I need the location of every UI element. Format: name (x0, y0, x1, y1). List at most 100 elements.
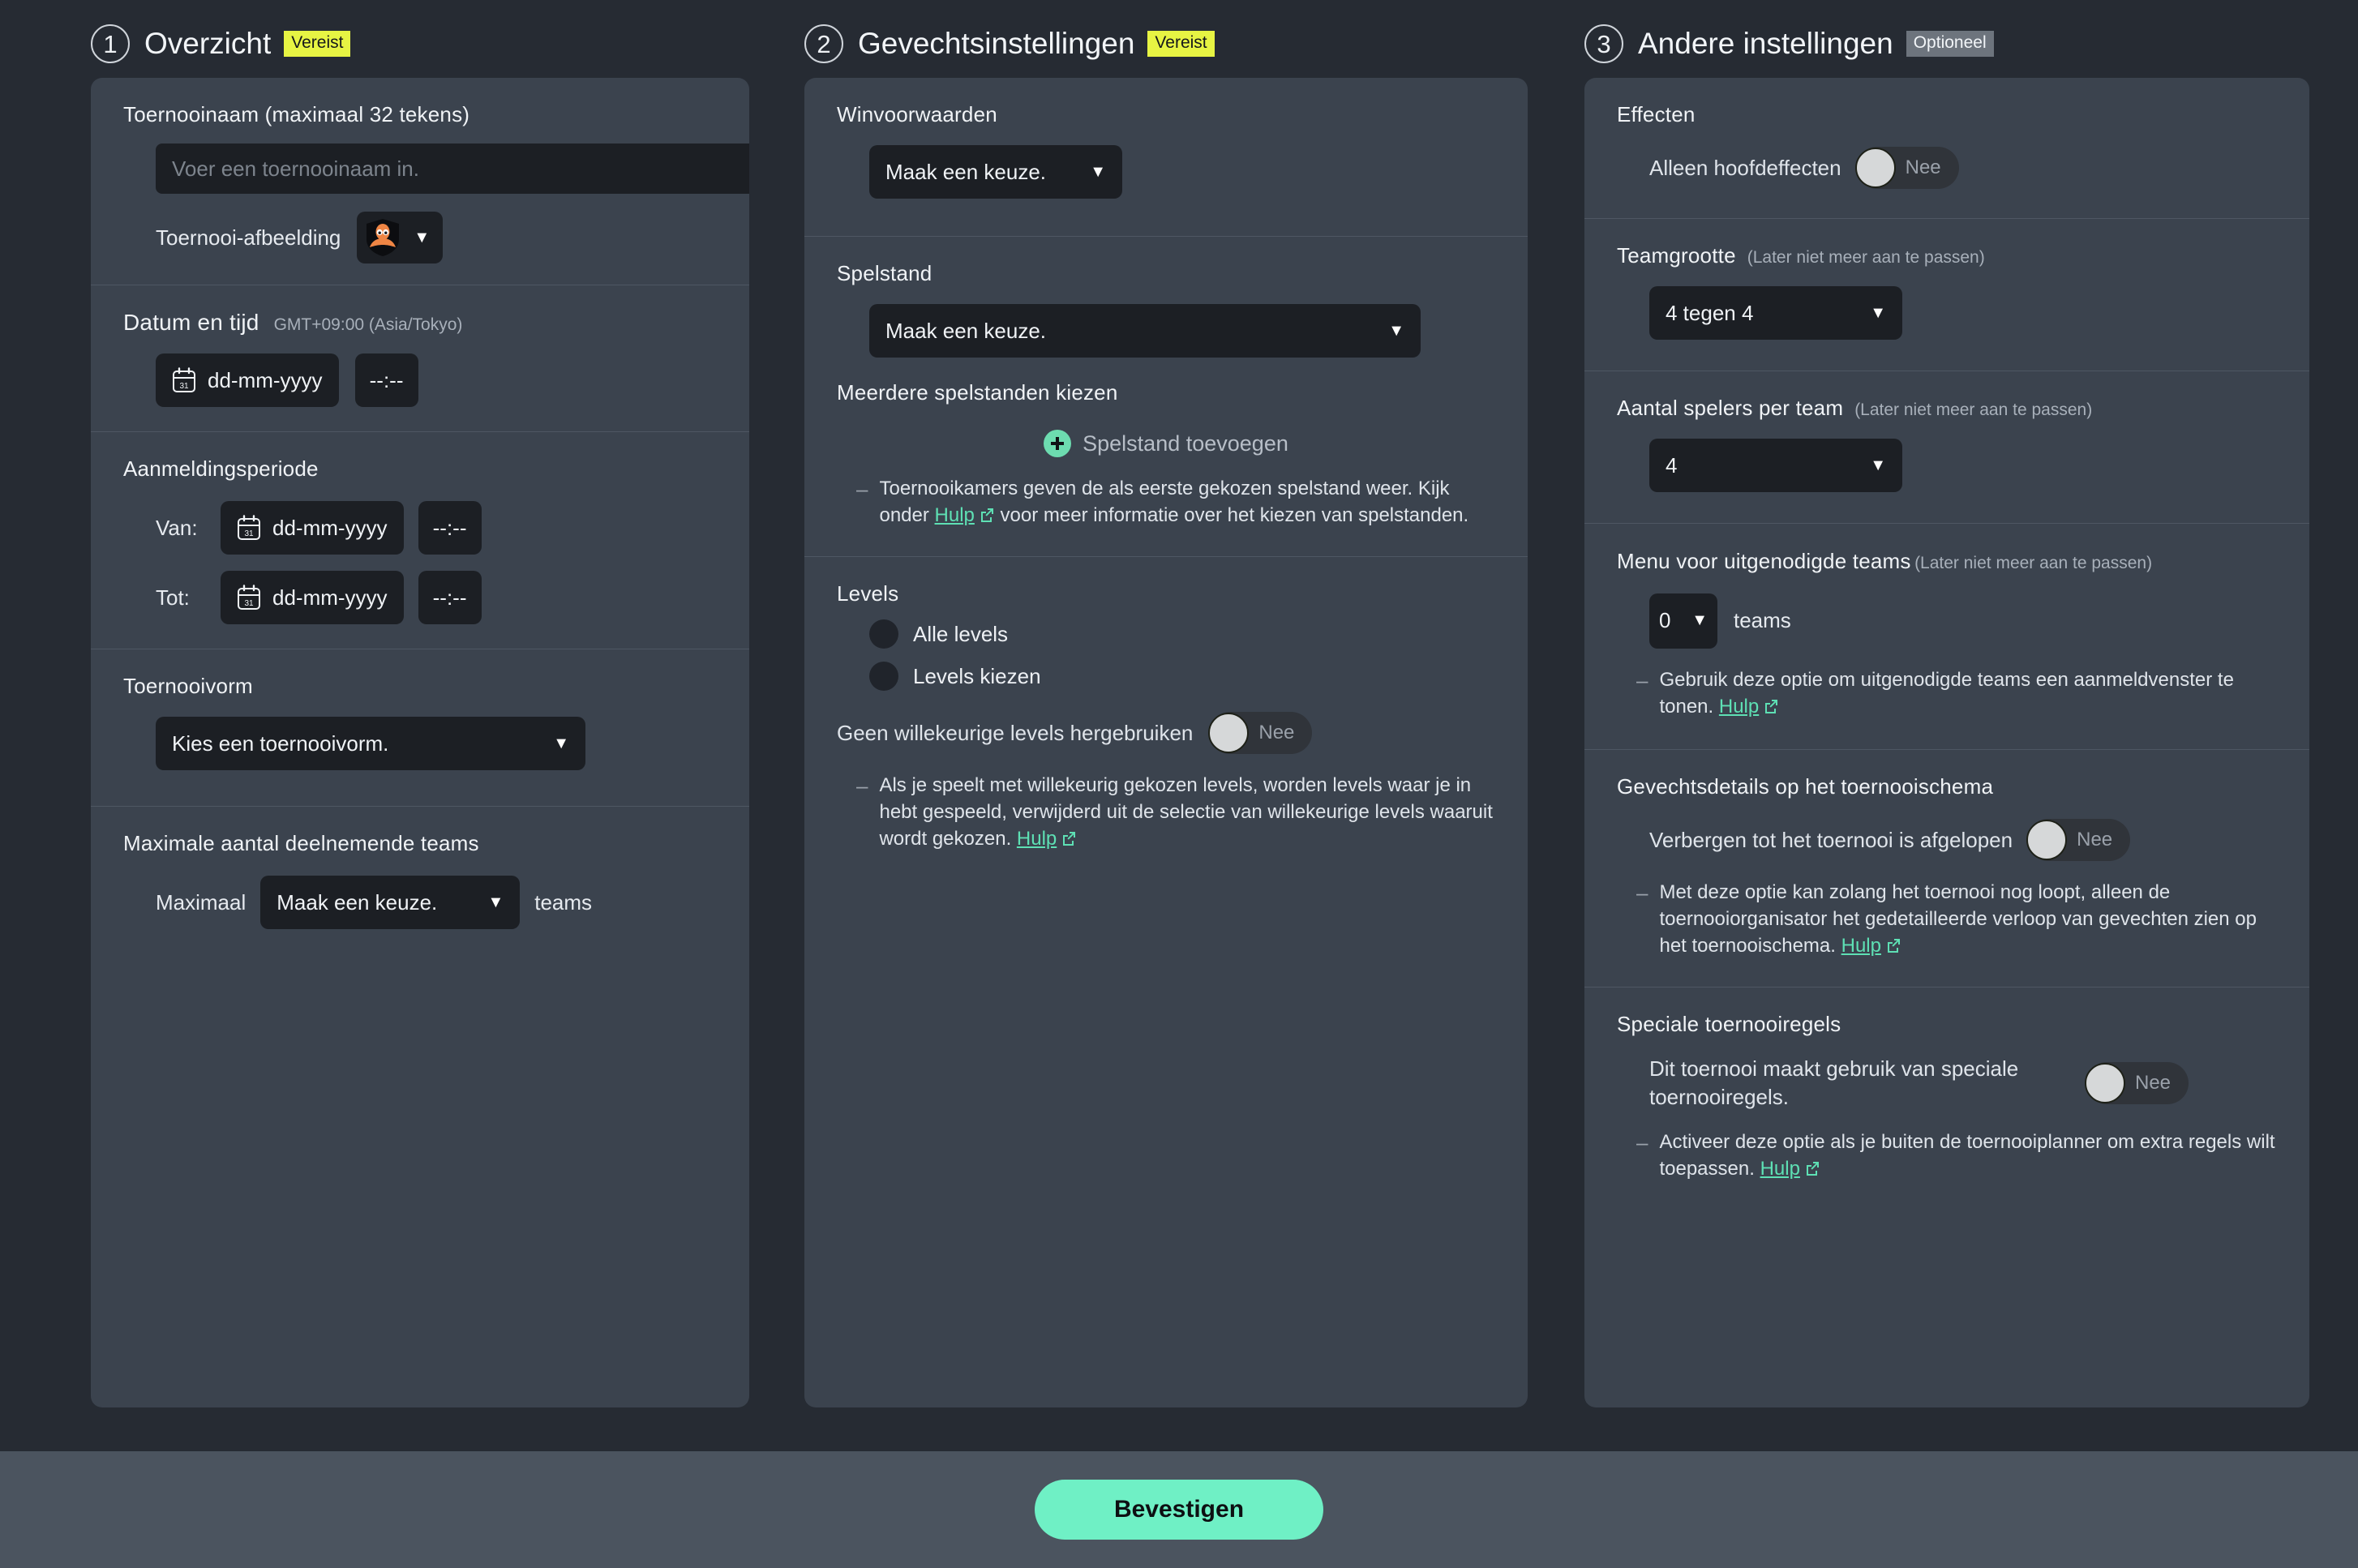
radio-option-all-levels[interactable]: Alle levels (837, 619, 1495, 649)
toggle-knob (1854, 148, 1896, 188)
datetime-date-input[interactable]: 31 dd-mm-yyyy (156, 353, 339, 407)
svg-text:31: 31 (179, 382, 189, 391)
label-main-effects-only: Alleen hoofdeffecten (1649, 155, 1841, 180)
toggle-value-hide-details: Nee (2077, 829, 2113, 851)
chevron-down-icon: ▼ (1691, 611, 1708, 630)
section-title-3: Andere instellingen (1638, 27, 1893, 60)
block-special-rules: Speciale toernooiregels Dit toernooi maa… (1584, 987, 2309, 1215)
calendar-icon: 31 (238, 515, 260, 540)
note-levels-body: Als je speelt met willekeurig gekozen le… (879, 774, 1493, 850)
win-conditions-select[interactable]: Maak een keuze. ▼ (869, 145, 1122, 199)
block-tournament-name: Toernooinaam (maximaal 32 tekens) Toerno… (91, 78, 749, 285)
footer-bar: Bevestigen (0, 1451, 2358, 1568)
help-link[interactable]: Hulp (935, 504, 975, 526)
tournament-name-input[interactable] (156, 144, 749, 194)
label-invited-teams-menu: Menu voor uitgenodigde teams (1617, 549, 1911, 573)
section-header-3: 3 Andere instellingen Optioneel (1584, 0, 2309, 78)
badge-required-1: Vereist (284, 31, 351, 57)
step-number-2: 2 (804, 24, 843, 63)
label-timezone: GMT+09:00 (Asia/Tokyo) (273, 315, 463, 334)
column-gevechtsinstellingen: 2 Gevechtsinstellingen Vereist Winvoorwa… (796, 0, 1576, 1433)
datetime-time-input[interactable]: --:-- (354, 353, 418, 407)
note-special-rules-text: Activeer deze optie als je buiten de toe… (1659, 1129, 2277, 1182)
plus-icon (1044, 430, 1072, 457)
note-special-rules: – Activeer deze optie als je buiten de t… (1617, 1129, 2277, 1182)
label-max-teams: Maximale aantal deelnemende teams (123, 831, 479, 855)
badge-optional-3: Optioneel (1906, 31, 1994, 57)
chevron-down-icon: ▼ (487, 893, 504, 911)
chevron-down-icon: ▼ (553, 734, 569, 752)
block-invited-teams-menu: Menu voor uitgenodigde teams (Later niet… (1584, 524, 2309, 751)
radio-label-choose-levels: Levels kiezen (913, 663, 1041, 688)
registration-to-time-input[interactable]: --:-- (418, 571, 482, 624)
badge-required-2: Vereist (1147, 31, 1215, 57)
team-size-select[interactable]: 4 tegen 4 ▼ (1649, 286, 1902, 340)
tournament-format-value: Kies een toernooivorm. (172, 730, 389, 756)
label-special-rules-toggle: Dit toernooi maakt gebruik van speciale … (1649, 1056, 2019, 1109)
svg-text:31: 31 (244, 529, 254, 538)
section-header-1: 1 Overzicht Vereist (91, 0, 749, 78)
help-link[interactable]: Hulp (1760, 1158, 1800, 1180)
calendar-icon: 31 (238, 585, 260, 610)
max-teams-select[interactable]: Maak een keuze. ▼ (260, 876, 521, 929)
chevron-down-icon: ▼ (1388, 321, 1404, 340)
players-per-team-select[interactable]: 4 ▼ (1649, 439, 1902, 492)
label-game-mode: Spelstand (837, 261, 932, 285)
note-battle-details-body: Met deze optie kan zolang het toernooi n… (1659, 881, 2257, 958)
toggle-value-special-rules: Nee (2135, 1071, 2172, 1094)
confirm-button[interactable]: Bevestigen (1035, 1480, 1323, 1540)
label-to: Tot: (156, 585, 190, 610)
dash-marker: – (1636, 667, 1648, 692)
note-battle-details-text: Met deze optie kan zolang het toernooi n… (1659, 879, 2277, 959)
help-link[interactable]: Hulp (1841, 935, 1881, 957)
radio-option-choose-levels[interactable]: Levels kiezen (837, 662, 1495, 692)
radio-label-all-levels: Alle levels (913, 621, 1009, 646)
block-game-mode: Spelstand Maak een keuze. ▼ Meerdere spe… (804, 237, 1528, 558)
note-levels: – Als je speelt met willekeurig gekozen … (837, 772, 1495, 852)
team-size-value: 4 tegen 4 (1666, 300, 1754, 325)
note-invited-teams: – Gebruik deze optie om uitgenodigde tea… (1617, 666, 2277, 720)
toggle-hide-until-finished[interactable]: Nee (2026, 819, 2131, 862)
label-max-suffix: teams (534, 889, 593, 915)
external-link-icon (1806, 1162, 1819, 1176)
registration-from-time-input[interactable]: --:-- (418, 501, 482, 555)
toggle-special-rules[interactable]: Nee (2085, 1061, 2189, 1104)
toggle-no-reuse-levels[interactable]: Nee (1208, 712, 1313, 755)
add-game-mode-button[interactable]: Spelstand toevoegen (837, 430, 1495, 457)
label-win-conditions: Winvoorwaarden (837, 102, 997, 126)
radio-icon-all-levels (869, 619, 898, 649)
datetime-date-placeholder: dd-mm-yyyy (208, 367, 323, 392)
help-link[interactable]: Hulp (1719, 696, 1759, 718)
dash-marker: – (1636, 880, 1648, 906)
label-battle-details: Gevechtsdetails op het toernooischema (1617, 774, 1994, 799)
toggle-knob (2026, 820, 2068, 861)
add-game-mode-label: Spelstand toevoegen (1083, 431, 1288, 456)
block-registration-period: Aanmeldingsperiode Van: 31 dd-mm-yyyy --… (91, 432, 749, 649)
card-gevechtsinstellingen: Winvoorwaarden Maak een keuze. ▼ Spelsta… (804, 78, 1528, 1407)
label-hide-until-finished: Verbergen tot het toernooi is afgelopen (1649, 827, 2013, 852)
chevron-down-icon: ▼ (1870, 456, 1886, 474)
invited-teams-count-select[interactable]: 0 ▼ (1649, 593, 1717, 649)
toggle-knob (1208, 713, 1250, 754)
help-link[interactable]: Hulp (1017, 828, 1057, 850)
toggle-main-effects-only[interactable]: Nee (1854, 147, 1959, 189)
note-battle-details: – Met deze optie kan zolang het toernooi… (1617, 879, 2277, 959)
svg-text:31: 31 (244, 599, 254, 608)
block-max-teams: Maximale aantal deelnemende teams Maxima… (91, 807, 749, 962)
game-mode-value: Maak een keuze. (885, 318, 1047, 343)
note-invited-teams-text: Gebruik deze optie om uitgenodigde teams… (1659, 666, 2277, 720)
radio-icon-choose-levels (869, 662, 898, 692)
tournament-image-picker[interactable]: ▼ (357, 212, 444, 263)
note-levels-text: Als je speelt met willekeurig gekozen le… (879, 772, 1495, 852)
registration-from-date-input[interactable]: 31 dd-mm-yyyy (221, 501, 404, 555)
note-players-per-team: (Later niet meer aan te passen) (1854, 401, 2093, 419)
label-levels: Levels (837, 581, 899, 606)
tournament-format-select[interactable]: Kies een toernooivorm. ▼ (156, 717, 585, 770)
block-battle-details: Gevechtsdetails op het toernooischema Ve… (1584, 750, 2309, 988)
section-header-2: 2 Gevechtsinstellingen Vereist (804, 0, 1528, 78)
registration-to-date-input[interactable]: 31 dd-mm-yyyy (221, 571, 404, 624)
toggle-knob (2085, 1062, 2125, 1103)
block-players-per-team: Aantal spelers per team (Later niet meer… (1584, 371, 2309, 524)
note-special-rules-body: Activeer deze optie als je buiten de toe… (1659, 1130, 2275, 1180)
game-mode-select[interactable]: Maak een keuze. ▼ (869, 304, 1421, 358)
